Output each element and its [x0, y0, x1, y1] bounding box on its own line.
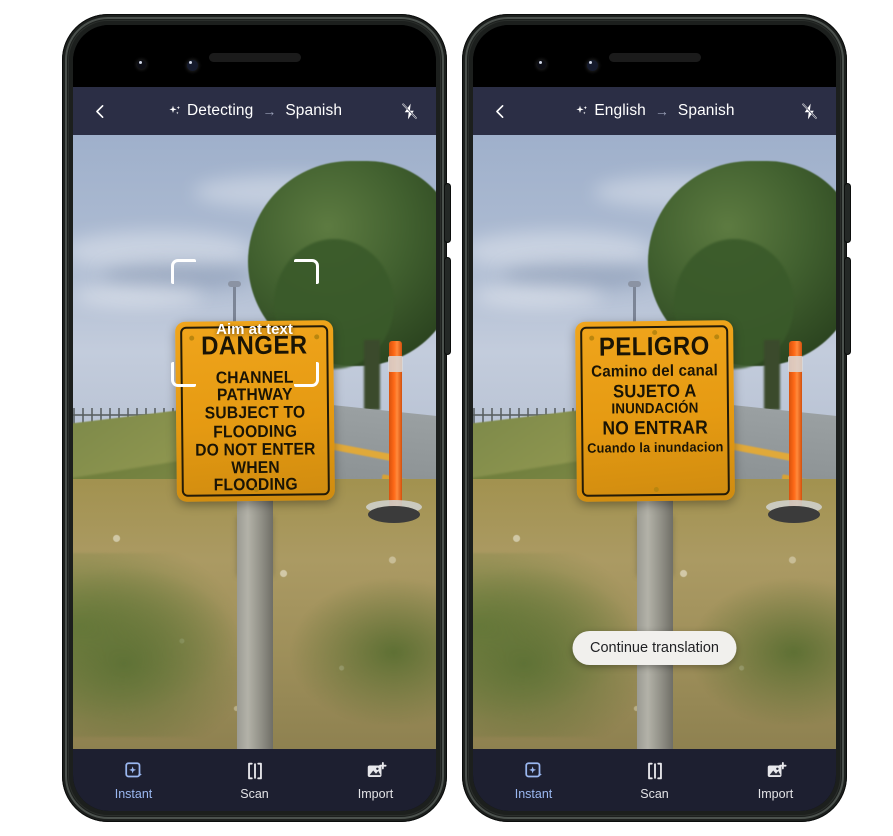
sign-line-translated: SUJETO A — [612, 380, 697, 402]
delineator-reflective-band — [788, 356, 803, 373]
nav-item-scan[interactable]: Scan — [594, 760, 715, 801]
nav-label-instant: Instant — [114, 786, 153, 801]
source-language-button[interactable]: English — [574, 102, 646, 120]
flash-toggle-button[interactable] — [796, 98, 822, 124]
screenshot-stage: Detecting → Spanish DANGER CHANNEL PATHW… — [0, 0, 893, 836]
viewfinder-corner-bottom-right — [294, 362, 319, 387]
chevron-left-icon — [95, 104, 103, 118]
nav-label-instant: Instant — [514, 786, 553, 801]
nav-label-scan: Scan — [640, 786, 669, 801]
import-image-icon — [365, 760, 387, 782]
nav-label-import: Import — [757, 786, 794, 801]
sign-line: DO NOT ENTER — [194, 439, 316, 460]
front-camera-secondary-icon — [587, 60, 598, 71]
camera-viewport-left[interactable]: DANGER CHANNEL PATHWAY SUBJECT TO FLOODI… — [73, 135, 436, 749]
viewfinder-corner-top-right — [294, 259, 319, 284]
delineator-reflective-band — [388, 356, 403, 373]
phone-device-right: English → Spanish PELIGRO Camino del can… — [462, 14, 850, 822]
target-language-label[interactable]: Spanish — [678, 102, 735, 120]
nav-item-instant[interactable]: Instant — [473, 760, 594, 801]
scan-brackets-icon — [244, 760, 266, 782]
sign-line-translated: INUNDACIÓN — [610, 400, 699, 418]
viewfinder-corner-bottom-left — [171, 362, 196, 387]
language-selector-group: English → Spanish — [513, 102, 796, 120]
nav-item-instant[interactable]: Instant — [73, 760, 194, 801]
language-selector-group: Detecting → Spanish — [113, 102, 396, 120]
back-button[interactable] — [87, 98, 113, 124]
tree-trunk — [764, 340, 780, 410]
weeds-right — [271, 564, 436, 725]
street-lamp-head — [628, 281, 641, 287]
sign-title-translated: PELIGRO — [598, 330, 710, 362]
power-button[interactable] — [445, 184, 450, 242]
volume-button[interactable] — [445, 258, 450, 354]
sign-line: FLOODING — [212, 421, 297, 441]
front-camera-icon — [537, 60, 546, 69]
nav-label-import: Import — [357, 786, 394, 801]
sparkle-icon — [169, 105, 180, 115]
import-image-icon — [765, 760, 787, 782]
bottom-navigation-right: Instant Scan Import — [473, 749, 836, 811]
earpiece-speaker — [608, 53, 701, 62]
continue-translation-button[interactable]: Continue translation — [572, 631, 737, 665]
instant-sparkle-icon — [123, 760, 145, 782]
volume-button[interactable] — [845, 258, 850, 354]
language-arrow-icon: → — [262, 103, 277, 119]
bottom-navigation-left: Instant Scan Import — [73, 749, 436, 811]
nav-item-import[interactable]: Import — [715, 760, 836, 801]
language-arrow-icon: → — [654, 103, 669, 119]
flash-off-icon — [401, 103, 417, 119]
camera-viewport-right[interactable]: PELIGRO Camino del canal SUJETO A INUNDA… — [473, 135, 836, 749]
phone-device-left: Detecting → Spanish DANGER CHANNEL PATHW… — [62, 14, 450, 822]
front-camera-icon — [137, 60, 146, 69]
chevron-left-icon — [495, 104, 503, 118]
target-language-label[interactable]: Spanish — [285, 102, 342, 120]
road-sign-translated-spanish: PELIGRO Camino del canal SUJETO A INUNDA… — [574, 320, 735, 502]
source-language-button[interactable]: Detecting — [167, 102, 253, 120]
app-header-bar: English → Spanish — [473, 87, 836, 135]
nav-item-scan[interactable]: Scan — [194, 760, 315, 801]
flash-off-icon — [801, 103, 817, 119]
flash-toggle-button[interactable] — [396, 98, 422, 124]
back-button[interactable] — [487, 98, 513, 124]
scan-brackets-icon — [644, 760, 666, 782]
phone-screen-right: English → Spanish PELIGRO Camino del can… — [473, 25, 836, 811]
nav-label-scan: Scan — [240, 786, 269, 801]
power-button[interactable] — [845, 184, 850, 242]
aim-at-text-hint: Aim at text — [216, 321, 293, 338]
earpiece-speaker — [208, 53, 301, 62]
source-language-label: Detecting — [186, 102, 254, 119]
source-language-label: English — [594, 102, 646, 119]
sign-line: SUBJECT TO — [204, 402, 305, 423]
viewfinder-corner-top-left — [171, 259, 196, 284]
phone-screen-left: Detecting → Spanish DANGER CHANNEL PATHW… — [73, 25, 436, 811]
nav-item-import[interactable]: Import — [315, 760, 436, 801]
sign-line-translated: Cuando la inundacion — [586, 439, 724, 457]
sparkle-icon — [576, 105, 588, 115]
sign-line-translated: NO ENTRAR — [601, 417, 708, 440]
app-header-bar: Detecting → Spanish — [73, 87, 436, 135]
tree-trunk — [364, 340, 380, 410]
instant-sparkle-icon — [523, 760, 545, 782]
sign-line-translated: Camino del canal — [590, 361, 718, 381]
front-camera-secondary-icon — [187, 60, 198, 71]
